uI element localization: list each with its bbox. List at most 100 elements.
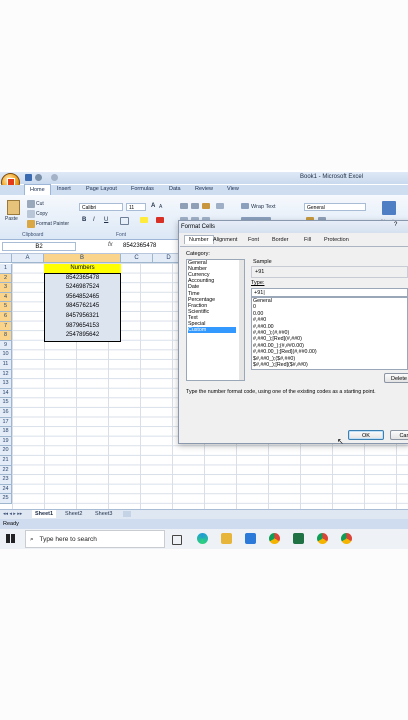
tab-data[interactable]: Data <box>169 186 181 195</box>
dialog-tab-alignment[interactable]: Alignment <box>213 237 237 243</box>
number-format-select[interactable]: General <box>304 203 366 211</box>
row-header-15[interactable]: 15 <box>0 398 12 408</box>
row-header-7[interactable]: 7 <box>0 321 12 332</box>
borders-icon[interactable] <box>120 217 129 225</box>
excel-taskbar-icon[interactable] <box>293 533 304 544</box>
align-middle-icon[interactable] <box>191 203 199 209</box>
bold-button[interactable]: B <box>82 217 86 223</box>
row-header-6[interactable]: 6 <box>0 312 12 322</box>
dialog-tab-font[interactable]: Font <box>248 237 259 243</box>
file-explorer-icon[interactable] <box>221 533 232 544</box>
paste-button[interactable]: Paste <box>5 216 18 222</box>
category-scrollbar[interactable] <box>239 260 244 380</box>
font-color-icon[interactable] <box>156 217 164 223</box>
blank-area-top <box>0 0 408 170</box>
row-header-18[interactable]: 18 <box>0 427 12 437</box>
status-text: Ready <box>3 521 19 527</box>
chrome-icon-3[interactable] <box>341 533 352 544</box>
row-header-4[interactable]: 4 <box>0 292 12 303</box>
row-header-9[interactable]: 9 <box>0 340 12 351</box>
taskbar-search[interactable]: ⌕ Type here to search <box>25 530 165 548</box>
format-code-item[interactable]: $#,##0_);[Red]($#,##0) <box>253 362 308 368</box>
row-header-11[interactable]: 11 <box>0 360 12 370</box>
search-icon: ⌕ <box>30 536 34 543</box>
cancel-button[interactable]: Cancel <box>390 430 408 440</box>
dialog-tab-border[interactable]: Border <box>272 237 289 243</box>
row-header-2[interactable]: 2 <box>0 273 12 284</box>
redo-icon[interactable] <box>51 174 58 181</box>
type-label: Type: <box>251 280 265 286</box>
chrome-icon-2[interactable] <box>317 533 328 544</box>
italic-button[interactable]: I <box>93 217 95 223</box>
category-item-custom[interactable]: Custom <box>188 327 236 334</box>
row-header-24[interactable]: 24 <box>0 484 12 495</box>
fill-color-icon[interactable] <box>140 217 148 223</box>
paste-icon[interactable] <box>7 200 20 215</box>
align-bottom-icon[interactable] <box>202 203 210 209</box>
tab-review[interactable]: Review <box>195 186 213 195</box>
dialog-tab-protection[interactable]: Protection <box>324 237 349 243</box>
underline-button[interactable]: U <box>104 217 108 223</box>
row-header-16[interactable]: 16 <box>0 408 12 418</box>
formula-input[interactable]: 8542365478 <box>123 243 156 249</box>
cut-button[interactable]: Cut <box>36 201 44 207</box>
insert-sheet-icon[interactable] <box>123 511 131 517</box>
selection-border <box>44 273 121 342</box>
row-header-21[interactable]: 21 <box>0 456 12 466</box>
ok-button[interactable]: OK <box>348 430 384 440</box>
font-name-select[interactable]: Calibri <box>79 203 123 211</box>
sheet-tab-sheet3[interactable]: Sheet3 <box>92 510 115 518</box>
row-header-5[interactable]: 5 <box>0 302 12 312</box>
row-header-23[interactable]: 23 <box>0 475 12 485</box>
row-header-20[interactable]: 20 <box>0 446 12 456</box>
font-size-select[interactable]: 11 <box>126 203 146 211</box>
row-header-14[interactable]: 14 <box>0 388 12 399</box>
sheet-tab-sheet1[interactable]: Sheet1 <box>32 510 57 518</box>
row-header-17[interactable]: 17 <box>0 417 12 428</box>
row-header-19[interactable]: 19 <box>0 436 12 447</box>
sheet-tab-sheet2[interactable]: Sheet2 <box>62 510 85 518</box>
type-input[interactable]: +91| <box>251 288 408 297</box>
category-label: Category: <box>186 251 210 257</box>
tab-view[interactable]: View <box>227 186 239 195</box>
edge-icon[interactable] <box>197 533 208 544</box>
shrink-font-button[interactable]: A <box>159 204 162 210</box>
row-header-25[interactable]: 25 <box>0 494 12 504</box>
sheet-nav-icon[interactable]: ◂◂ ◂ ▸ ▸▸ <box>3 511 22 517</box>
dialog-help-button[interactable]: ? <box>394 222 397 228</box>
chrome-icon[interactable] <box>269 533 280 544</box>
column-header-c[interactable]: C <box>121 254 153 263</box>
copy-button[interactable]: Copy <box>36 211 48 217</box>
undo-icon[interactable] <box>35 174 42 181</box>
dialog-tab-number[interactable]: Number <box>184 235 214 244</box>
column-header-a[interactable]: A <box>12 254 44 263</box>
row-header-12[interactable]: 12 <box>0 369 12 380</box>
wrap-text-button[interactable]: Wrap Text <box>251 204 276 210</box>
dialog-tab-fill[interactable]: Fill <box>304 237 311 243</box>
grow-font-button[interactable]: A <box>151 203 155 209</box>
delete-button[interactable]: Delete <box>384 373 408 383</box>
row-header-10[interactable]: 10 <box>0 350 12 360</box>
tab-insert[interactable]: Insert <box>57 186 71 195</box>
fx-icon[interactable]: fx <box>108 242 113 248</box>
orientation-icon[interactable] <box>216 203 224 209</box>
windows-start-icon[interactable] <box>6 534 15 543</box>
column-header-b[interactable]: B <box>44 254 121 263</box>
tab-formulas[interactable]: Formulas <box>131 186 154 195</box>
format-painter-button[interactable]: Format Painter <box>36 221 69 227</box>
window-title: Book1 - Microsoft Excel <box>300 174 364 180</box>
align-top-icon[interactable] <box>180 203 188 209</box>
row-header-3[interactable]: 3 <box>0 283 12 293</box>
select-all-corner[interactable] <box>0 254 12 263</box>
font-group-label: Font <box>116 232 127 238</box>
row-header-1[interactable]: 1 <box>0 264 12 274</box>
row-header-8[interactable]: 8 <box>0 331 12 341</box>
store-icon[interactable] <box>245 533 256 544</box>
row-header-22[interactable]: 22 <box>0 465 12 476</box>
conditional-formatting-icon[interactable] <box>382 201 396 215</box>
row-header-13[interactable]: 13 <box>0 379 12 389</box>
name-box[interactable]: B2 <box>2 242 76 251</box>
task-view-icon[interactable] <box>172 535 182 545</box>
tab-page-layout[interactable]: Page Layout <box>86 186 117 195</box>
save-icon[interactable] <box>25 174 32 181</box>
